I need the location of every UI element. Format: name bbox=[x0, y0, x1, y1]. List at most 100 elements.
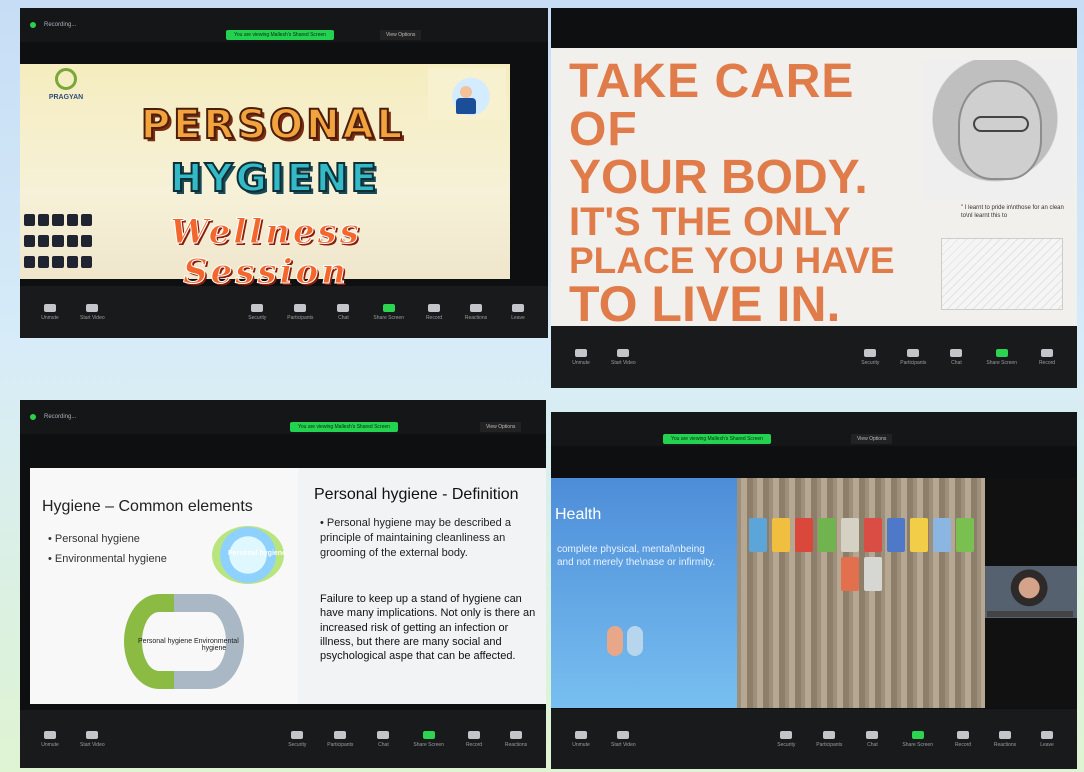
chat-icon bbox=[950, 348, 963, 357]
share-screen-button[interactable]: Share Screen bbox=[902, 730, 933, 748]
meeting-panel-health: You are viewing Mallesh's Shared Screen … bbox=[551, 412, 1077, 769]
reactions-button[interactable]: Reactions bbox=[504, 730, 528, 748]
leave-icon bbox=[512, 303, 524, 312]
view-options-button[interactable]: View Options bbox=[380, 30, 422, 40]
people-icon bbox=[605, 616, 645, 670]
chat-button[interactable]: Chat bbox=[331, 303, 355, 321]
participants-icon bbox=[334, 730, 347, 739]
security-button[interactable]: Security bbox=[774, 730, 798, 748]
sketch-image bbox=[941, 238, 1063, 310]
participants-button[interactable]: Participants bbox=[287, 303, 313, 321]
start-video-label: Start Video bbox=[611, 359, 636, 366]
chat-button[interactable]: Chat bbox=[860, 730, 884, 748]
activity-icon bbox=[80, 214, 92, 226]
share-screen-button[interactable]: Share Screen bbox=[373, 303, 404, 321]
share-screen-button[interactable]: Share Screen bbox=[413, 730, 444, 748]
reactions-button[interactable]: Reactions bbox=[993, 730, 1017, 748]
recording-label: Recording... bbox=[44, 22, 77, 28]
participants-button[interactable]: Participants bbox=[900, 348, 926, 366]
shield-icon bbox=[864, 348, 877, 357]
health-title: Health bbox=[555, 506, 602, 523]
security-label: Security bbox=[777, 741, 796, 748]
record-button[interactable]: Record bbox=[422, 303, 446, 321]
quote-block: TAKE CARE OF YOUR BODY. IT'S THE ONLY PL… bbox=[569, 58, 909, 330]
view-options-button[interactable]: View Options bbox=[480, 422, 522, 432]
leave-label: Leave bbox=[1040, 741, 1054, 748]
reactions-icon bbox=[510, 730, 522, 739]
left-bullets: • Personal hygiene • Environmental hygie… bbox=[48, 530, 167, 570]
record-icon bbox=[30, 414, 36, 420]
cycle-label-left: Personal hygiene bbox=[138, 638, 193, 645]
share-screen-label: Share Screen bbox=[373, 314, 404, 321]
shield-icon bbox=[251, 303, 264, 312]
decorative-letters bbox=[745, 518, 977, 591]
leave-label: Leave bbox=[511, 314, 525, 321]
portrait-image bbox=[923, 60, 1073, 200]
meeting-panel-personal-hygiene: Recording... You are viewing Mallesh's S… bbox=[20, 8, 548, 338]
record-button[interactable]: Record bbox=[1035, 348, 1059, 366]
reactions-button[interactable]: Reactions bbox=[464, 303, 488, 321]
meeting-toolbar: Unmute Start Video Security Participants… bbox=[20, 286, 548, 338]
share-screen-label: Share Screen bbox=[413, 741, 444, 748]
record-button[interactable]: Record bbox=[951, 730, 975, 748]
security-button[interactable]: Security bbox=[858, 348, 882, 366]
meeting-toolbar: Unmute Start Video Security Participants… bbox=[551, 709, 1077, 769]
unmute-button[interactable]: Unmute bbox=[569, 730, 593, 748]
shield-icon bbox=[780, 730, 793, 739]
chat-icon bbox=[377, 730, 390, 739]
start-video-button[interactable]: Start Video bbox=[80, 303, 105, 321]
record-button[interactable]: Record bbox=[462, 730, 486, 748]
security-label: Security bbox=[288, 741, 307, 748]
participants-button[interactable]: Participants bbox=[327, 730, 353, 748]
participants-icon bbox=[823, 730, 836, 739]
chat-button[interactable]: Chat bbox=[944, 348, 968, 366]
start-video-label: Start Video bbox=[80, 741, 105, 748]
participants-button[interactable]: Participants bbox=[816, 730, 843, 748]
start-video-button[interactable]: Start Video bbox=[80, 730, 105, 748]
unmute-label: Unmute bbox=[41, 314, 59, 321]
shared-slide: Hygiene – Common elements • Personal hyg… bbox=[30, 468, 546, 704]
share-screen-icon bbox=[422, 730, 435, 739]
logo-icon: PRAGYAN bbox=[38, 68, 94, 106]
participants-label: Participants bbox=[816, 741, 843, 748]
activity-icon bbox=[38, 256, 50, 268]
activity-icon bbox=[66, 235, 78, 247]
security-button[interactable]: Security bbox=[285, 730, 309, 748]
start-video-button[interactable]: Start Video bbox=[611, 730, 636, 748]
leave-button[interactable]: Leave bbox=[506, 303, 530, 321]
activity-icon bbox=[66, 256, 78, 268]
unmute-button[interactable]: Unmute bbox=[38, 730, 62, 748]
unmute-button[interactable]: Unmute bbox=[38, 303, 62, 321]
cycle-label-right: Environmental hygiene bbox=[194, 638, 239, 652]
health-section: Health complete physical, mental\nbeing … bbox=[551, 478, 737, 708]
record-label: Record bbox=[954, 741, 972, 748]
shared-slide: TAKE CARE OF YOUR BODY. IT'S THE ONLY PL… bbox=[551, 48, 1077, 330]
leave-button[interactable]: Leave bbox=[1035, 730, 1059, 748]
quote-line-2: YOUR BODY. bbox=[569, 151, 868, 204]
activity-icon bbox=[24, 256, 36, 268]
share-screen-button[interactable]: Share Screen bbox=[986, 348, 1017, 366]
start-video-button[interactable]: Start Video bbox=[611, 348, 636, 366]
shared-slide: PRAGYAN PERSONAL HYGIENE Wellness Sessio… bbox=[20, 64, 510, 293]
right-slide-title: Personal hygiene - Definition bbox=[314, 486, 519, 503]
unmute-label: Unmute bbox=[572, 359, 590, 366]
definition-text: • Personal hygiene may be described a pr… bbox=[320, 517, 511, 559]
chat-button[interactable]: Chat bbox=[371, 730, 395, 748]
security-button[interactable]: Security bbox=[245, 303, 269, 321]
start-video-label: Start Video bbox=[80, 314, 105, 321]
share-screen-icon bbox=[911, 730, 924, 739]
unmute-label: Unmute bbox=[41, 741, 59, 748]
unmute-button[interactable]: Unmute bbox=[569, 348, 593, 366]
reactions-icon bbox=[999, 730, 1011, 739]
hygiene-cycle-diagram: Personal hygiene Environmental hygiene bbox=[124, 594, 244, 694]
activity-icon bbox=[52, 256, 64, 268]
share-screen-label: Share Screen bbox=[986, 359, 1017, 366]
chat-label: Chat bbox=[951, 359, 962, 366]
shared-screen-indicator: You are viewing Mallesh's Shared Screen bbox=[226, 30, 334, 40]
unmute-label: Unmute bbox=[572, 741, 590, 748]
leave-icon bbox=[1041, 730, 1053, 739]
security-label: Security bbox=[248, 314, 267, 321]
record-label: Record bbox=[1038, 359, 1056, 366]
view-options-button[interactable]: View Options bbox=[851, 434, 893, 444]
shared-screen-indicator: You are viewing Mallesh's Shared Screen bbox=[663, 434, 771, 444]
